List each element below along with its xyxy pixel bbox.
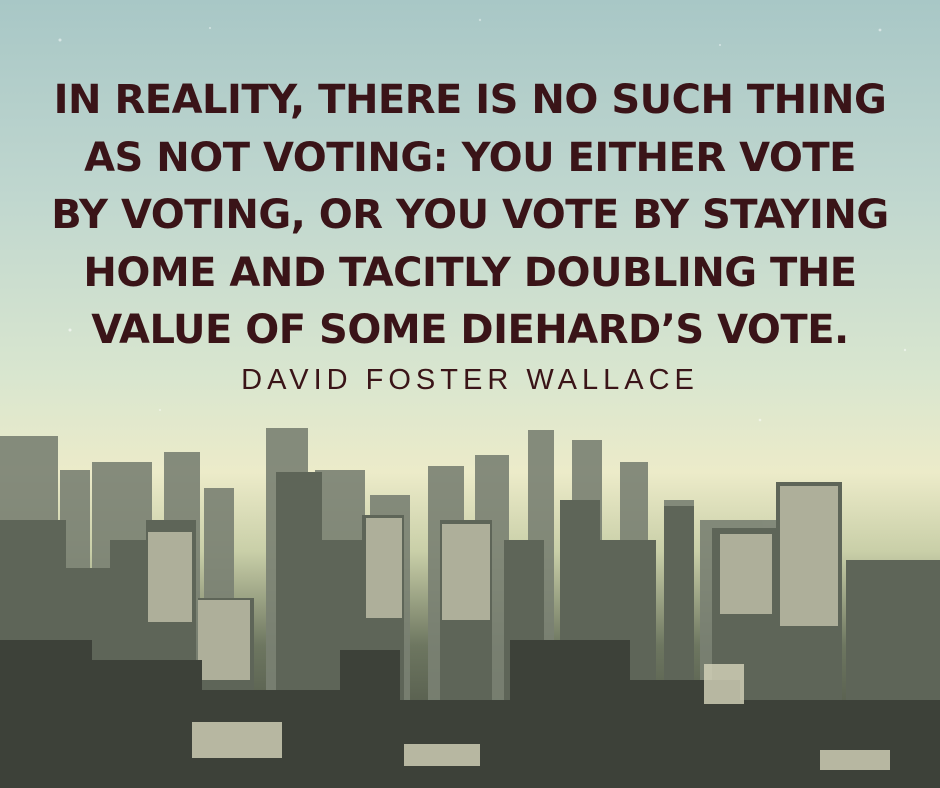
quote-text: IN REALITY, THERE IS NO SUCH THING AS NO… — [20, 72, 920, 360]
quote-image: IN REALITY, THERE IS NO SUCH THING AS NO… — [0, 0, 940, 788]
quote-line: HOME AND TACITLY DOUBLING THE — [83, 249, 857, 296]
quote-line: AS NOT VOTING: YOU EITHER VOTE — [84, 134, 856, 181]
quote-line: VALUE OF SOME DIEHARD’S VOTE. — [91, 307, 849, 353]
quote-author: DAVID FOSTER WALLACE — [241, 364, 699, 396]
quote-line: BY VOTING, OR YOU VOTE BY STAYING — [51, 192, 889, 238]
quote-line: IN REALITY, THERE IS NO SUCH THING — [53, 77, 887, 123]
